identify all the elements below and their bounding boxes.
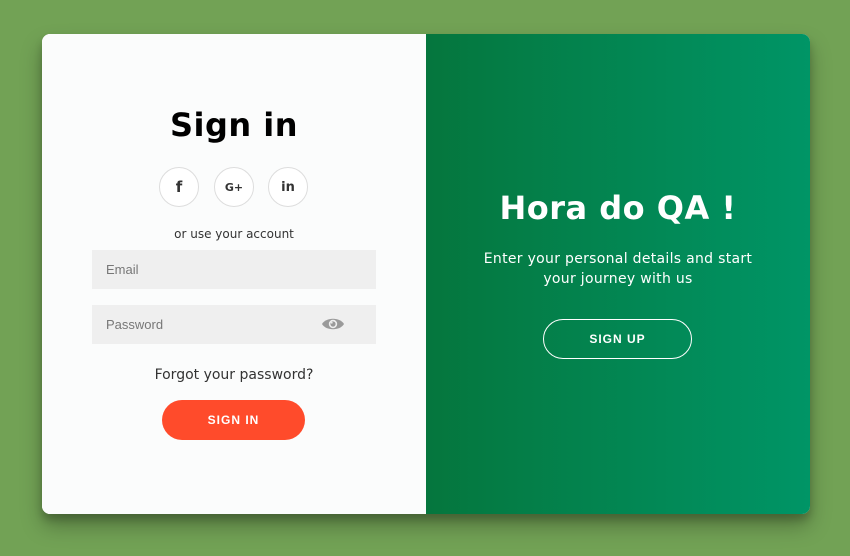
auth-card: Sign in f G+ in or use your account Forg…	[42, 34, 810, 514]
linkedin-icon: in	[281, 179, 295, 195]
forgot-password-link[interactable]: Forgot your password?	[42, 367, 426, 383]
google-plus-button[interactable]: G+	[214, 167, 254, 207]
overlay-panel: Hora do QA ! Enter your personal details…	[426, 34, 810, 514]
facebook-button[interactable]: f	[159, 167, 199, 207]
linkedin-button[interactable]: in	[268, 167, 308, 207]
sign-in-button[interactable]: SIGN IN	[162, 400, 305, 440]
overlay-title: Hora do QA !	[499, 189, 737, 227]
facebook-icon: f	[175, 178, 183, 196]
show-password-eye-icon[interactable]	[321, 315, 345, 333]
or-use-account-text: or use your account	[174, 227, 294, 241]
sign-in-panel: Sign in f G+ in or use your account Forg…	[42, 34, 426, 514]
sign-in-title: Sign in	[169, 106, 299, 144]
email-field[interactable]	[92, 250, 376, 289]
sign-up-button[interactable]: SIGN UP	[543, 319, 692, 359]
overlay-text: Enter your personal details and start yo…	[483, 251, 753, 287]
google-plus-icon: G+	[224, 180, 244, 194]
